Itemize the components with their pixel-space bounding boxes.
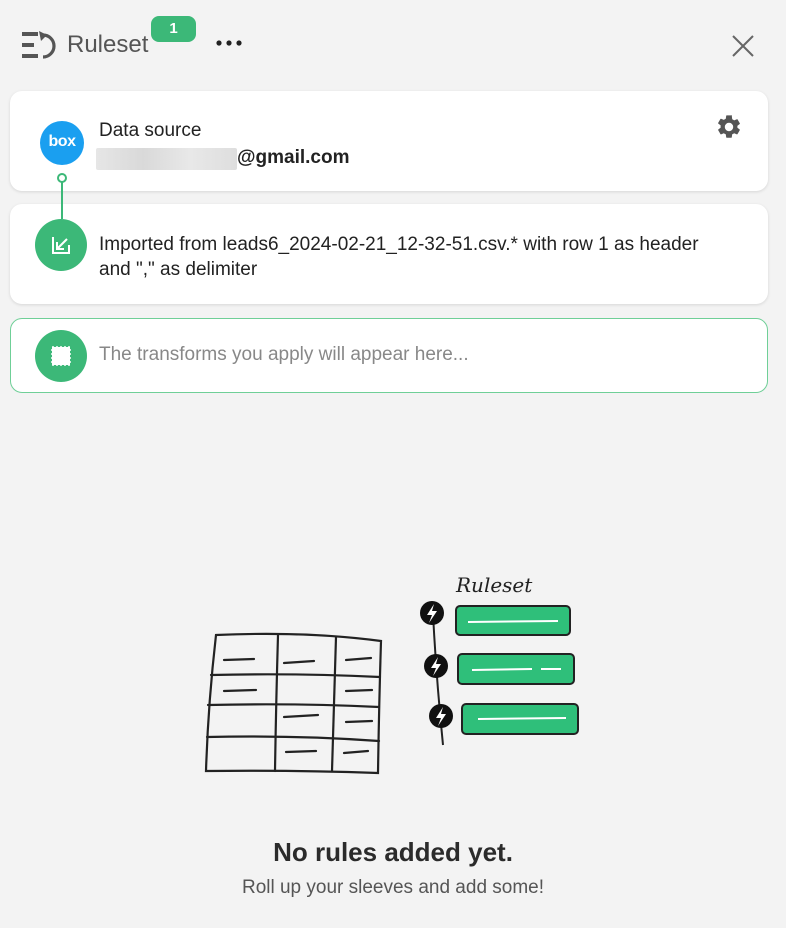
bolt-icon xyxy=(429,704,453,728)
box-logo-icon: box xyxy=(40,121,84,165)
import-description: Imported from leads6_2024-02-21_12-32-51… xyxy=(99,234,699,280)
gear-icon[interactable] xyxy=(715,113,743,141)
bolt-icon xyxy=(424,654,448,678)
step-connector-dot xyxy=(57,173,67,183)
more-horizontal-icon xyxy=(216,40,242,46)
empty-state-subtitle: Roll up your sleeves and add some! xyxy=(241,877,545,898)
more-options-button[interactable] xyxy=(214,30,244,56)
redacted-email-prefix xyxy=(96,148,237,170)
panel-header: Ruleset 1 xyxy=(0,0,786,86)
dashed-square-icon xyxy=(51,346,71,366)
close-icon[interactable] xyxy=(728,31,758,61)
rule-pill xyxy=(457,653,575,685)
import-step-badge xyxy=(35,219,87,271)
empty-state-title: No rules added yet. xyxy=(273,837,513,867)
rule-count-badge: 1 xyxy=(151,16,196,42)
bolt-icon xyxy=(420,601,444,625)
transforms-placeholder-card[interactable]: The transforms you apply will appear her… xyxy=(10,318,768,393)
import-step-card[interactable]: Imported from leads6_2024-02-21_12-32-51… xyxy=(10,204,768,304)
import-arrow-icon xyxy=(52,237,70,254)
panel-title: Ruleset xyxy=(67,31,149,58)
table-sketch-icon xyxy=(204,632,383,775)
illustration-caption: Ruleset xyxy=(455,573,533,597)
data-source-label: Data source xyxy=(99,120,202,141)
transforms-placeholder-text: The transforms you apply will appear her… xyxy=(99,344,469,365)
empty-ruleset-illustration: Ruleset xyxy=(204,573,579,775)
ruleset-icon xyxy=(22,31,56,59)
rule-pill xyxy=(455,605,571,636)
step-connector xyxy=(61,179,63,219)
data-source-email: @gmail.com xyxy=(237,147,350,168)
rule-pill xyxy=(461,703,579,735)
transform-step-badge xyxy=(35,330,87,382)
data-source-card[interactable]: box Data source @gmail.com xyxy=(10,91,768,191)
